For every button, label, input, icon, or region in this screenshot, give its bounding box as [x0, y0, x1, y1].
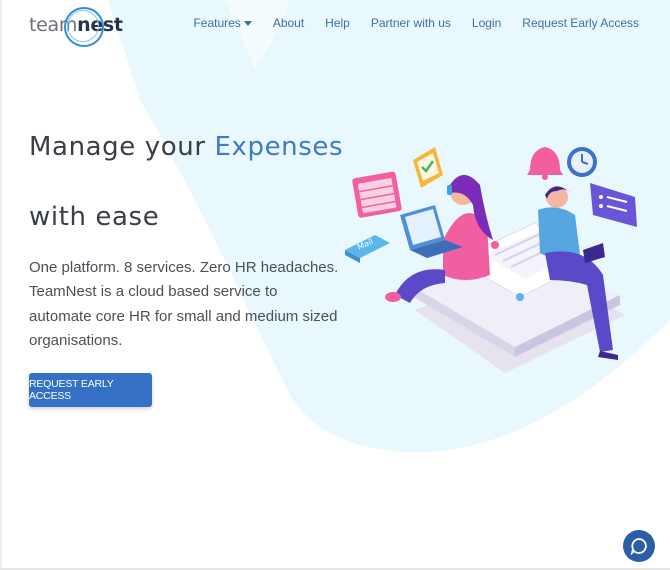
nav-login[interactable]: Login: [472, 16, 501, 30]
hero-subtitle: One platform. 8 services. Zero HR headac…: [29, 259, 339, 349]
main-nav: Features About Help Partner with us Logi…: [193, 16, 639, 30]
chat-icon: [630, 538, 647, 555]
page-left-border: [0, 0, 2, 570]
request-early-access-button[interactable]: REQUEST EARLY ACCESS: [29, 373, 152, 407]
caret-down-icon: [243, 20, 252, 26]
nav-features[interactable]: Features: [193, 16, 252, 30]
nav-features-label: Features: [193, 16, 241, 30]
hero-illustration: Mail: [345, 147, 637, 373]
hero-title-text: Manage your: [29, 132, 215, 162]
teamnest-logo[interactable]: team nest: [29, 6, 123, 47]
hero-title-line1: Manage your Expenses: [29, 132, 343, 162]
hero-title-accent: Expenses: [214, 132, 344, 162]
nav-about[interactable]: About: [273, 16, 304, 30]
nav-partner[interactable]: Partner with us: [371, 16, 451, 30]
hero-title-line2: with ease: [29, 202, 160, 232]
nav-help[interactable]: Help: [325, 16, 350, 30]
nav-request-access[interactable]: Request Early Access: [522, 16, 639, 30]
logo-inner-ring-icon: [67, 10, 99, 42]
chat-widget-button[interactable]: [623, 530, 655, 562]
